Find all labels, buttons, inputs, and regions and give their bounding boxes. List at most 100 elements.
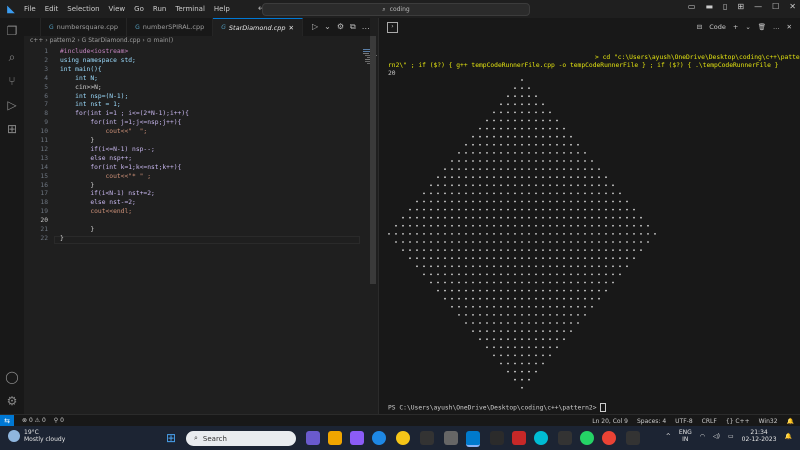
notifications-icon[interactable]: 🔔	[787, 418, 794, 425]
layout-toggle-icon[interactable]: ▭	[688, 2, 696, 11]
vscode-taskbar-icon[interactable]	[466, 431, 480, 447]
file-explorer-icon[interactable]	[328, 431, 342, 445]
wifi-icon[interactable]: ◠	[700, 433, 705, 440]
star-output-char	[521, 289, 523, 292]
mcafee-icon[interactable]	[512, 431, 526, 445]
cursor-position[interactable]: Ln 20, Col 9	[592, 418, 628, 425]
chrome-canary-icon[interactable]	[396, 431, 410, 445]
star-output-char	[521, 143, 523, 146]
app-icon[interactable]	[444, 431, 458, 445]
star-output-char	[605, 208, 607, 211]
menu-item-view[interactable]: View	[109, 5, 126, 13]
language-indicator[interactable]: ENG IN	[679, 429, 692, 443]
taskbar-search[interactable]: ⌕ Search	[186, 431, 296, 446]
star-output-char	[563, 305, 565, 308]
code-line: else nst-=2;	[60, 199, 136, 207]
windows-start-icon[interactable]: ⊞	[164, 431, 178, 445]
tab-numberspiral-cpp[interactable]: GnumberSPIRAL.cpp	[127, 18, 214, 36]
more-actions-icon[interactable]: …	[773, 23, 780, 31]
settings-gear-icon[interactable]: ⚙	[5, 394, 19, 408]
explorer-icon[interactable]: ❐	[5, 24, 19, 38]
app-icon[interactable]	[490, 431, 504, 445]
language-mode[interactable]: {} C++	[726, 418, 750, 425]
search-icon: ⌕	[194, 434, 198, 442]
code-terminal-icon[interactable]: ⊟	[697, 23, 702, 31]
chevron-down-icon[interactable]: ⌄	[745, 23, 750, 31]
tab-stardiamond-cpp[interactable]: G StarDiamond.cpp ✕	[213, 18, 303, 36]
star-output-char	[486, 200, 488, 203]
menu-item-help[interactable]: Help	[214, 5, 230, 13]
source-control-icon[interactable]: ⑂	[5, 74, 19, 88]
star-output-char	[458, 200, 460, 203]
account-icon[interactable]: ◯	[5, 370, 19, 384]
app-icon[interactable]	[626, 431, 640, 445]
star-output-char	[493, 265, 495, 268]
layout-sidebar-icon[interactable]: ▯	[723, 2, 727, 11]
problems-indicator[interactable]: ⊗ 0 ⚠ 0	[22, 417, 46, 424]
customize-layout-icon[interactable]: ⊞	[737, 2, 744, 11]
star-output-char	[542, 216, 544, 219]
app-icon[interactable]	[558, 431, 572, 445]
star-output-char	[486, 265, 488, 268]
end-of-line[interactable]: CRLF	[702, 418, 717, 425]
close-panel-icon[interactable]: ✕	[787, 23, 792, 31]
weather-widget[interactable]: 19°C Mostly cloudy	[8, 429, 65, 443]
teams-icon[interactable]	[350, 431, 364, 445]
notification-center-icon[interactable]: 🔔	[785, 433, 792, 440]
menu-item-terminal[interactable]: Terminal	[175, 5, 205, 13]
command-center-search[interactable]: ⌕ coding	[262, 3, 530, 16]
chevron-down-icon[interactable]: ⌄	[324, 22, 331, 32]
whatsapp-icon[interactable]	[580, 431, 594, 445]
search-icon[interactable]: ⌕	[5, 50, 19, 64]
volume-icon[interactable]: ◁)	[713, 433, 720, 440]
line-number: 1	[44, 48, 48, 55]
extensions-icon[interactable]: ⊞	[5, 122, 19, 136]
edge-browser-icon[interactable]	[372, 431, 386, 445]
ports-indicator[interactable]: ⚲ 0	[54, 417, 64, 424]
menu-item-run[interactable]: Run	[153, 5, 166, 13]
close-button[interactable]: ✕	[789, 2, 796, 11]
task-view-icon[interactable]	[306, 431, 320, 445]
star-output-char	[451, 305, 453, 308]
chrome-icon[interactable]	[602, 431, 616, 445]
split-editor-icon[interactable]: ⧉	[350, 22, 356, 32]
layout-panel-icon[interactable]: ▬	[705, 2, 713, 11]
gear-icon[interactable]: ⚙	[337, 22, 344, 32]
star-output-char	[507, 119, 509, 122]
star-output-char	[486, 184, 488, 187]
tab-overflow[interactable]	[24, 18, 41, 36]
indentation[interactable]: Spaces: 4	[637, 418, 666, 425]
tab-numbersquare-cpp[interactable]: Gnumbersquare.cpp	[41, 18, 128, 36]
cortana-icon[interactable]	[534, 431, 548, 445]
star-output-char	[528, 330, 530, 332]
menu-item-go[interactable]: Go	[134, 5, 144, 13]
star-output-char	[556, 135, 558, 138]
minimize-button[interactable]: —	[754, 2, 762, 11]
tray-chevron-icon[interactable]: ^	[666, 433, 671, 440]
more-actions-icon[interactable]: …	[362, 22, 370, 32]
star-output-char	[514, 305, 516, 308]
clock[interactable]: 21:34 02-12-2023	[742, 429, 777, 443]
star-output-char	[626, 249, 628, 252]
menu-item-selection[interactable]: Selection	[67, 5, 99, 13]
encoding[interactable]: UTF-8	[675, 418, 693, 425]
run-debug-icon[interactable]: ▷	[5, 98, 19, 112]
platform[interactable]: Win32	[759, 418, 778, 425]
code-editor[interactable]: 1 #include<iostream> 2 using namespace std;…	[24, 46, 377, 414]
star-output-char	[514, 322, 516, 324]
menu-item-file[interactable]: File	[24, 5, 36, 13]
close-tab-icon[interactable]: ✕	[289, 24, 294, 32]
remote-indicator-icon[interactable]: ⇆	[0, 414, 14, 427]
new-terminal-icon[interactable]: +	[733, 23, 738, 31]
terminal-panel[interactable]: > cd "c:\Users\ayush\OneDrive\Desktop\co…	[379, 36, 800, 414]
maximize-button[interactable]: ☐	[772, 2, 779, 11]
battery-icon[interactable]: ▭	[728, 433, 734, 440]
run-code-icon[interactable]: ▷	[312, 22, 318, 32]
star-output-char	[549, 281, 551, 284]
store-icon[interactable]	[420, 431, 434, 445]
menu-item-edit[interactable]: Edit	[45, 5, 59, 13]
kill-terminal-icon[interactable]: 🗑	[758, 23, 766, 31]
terminal-label[interactable]: Code	[709, 23, 726, 31]
editor-scrollbar[interactable]	[370, 36, 376, 284]
breadcrumb[interactable]: c++ › pattern2 › G StarDiamond.cpp › ⊙ m…	[30, 37, 173, 44]
